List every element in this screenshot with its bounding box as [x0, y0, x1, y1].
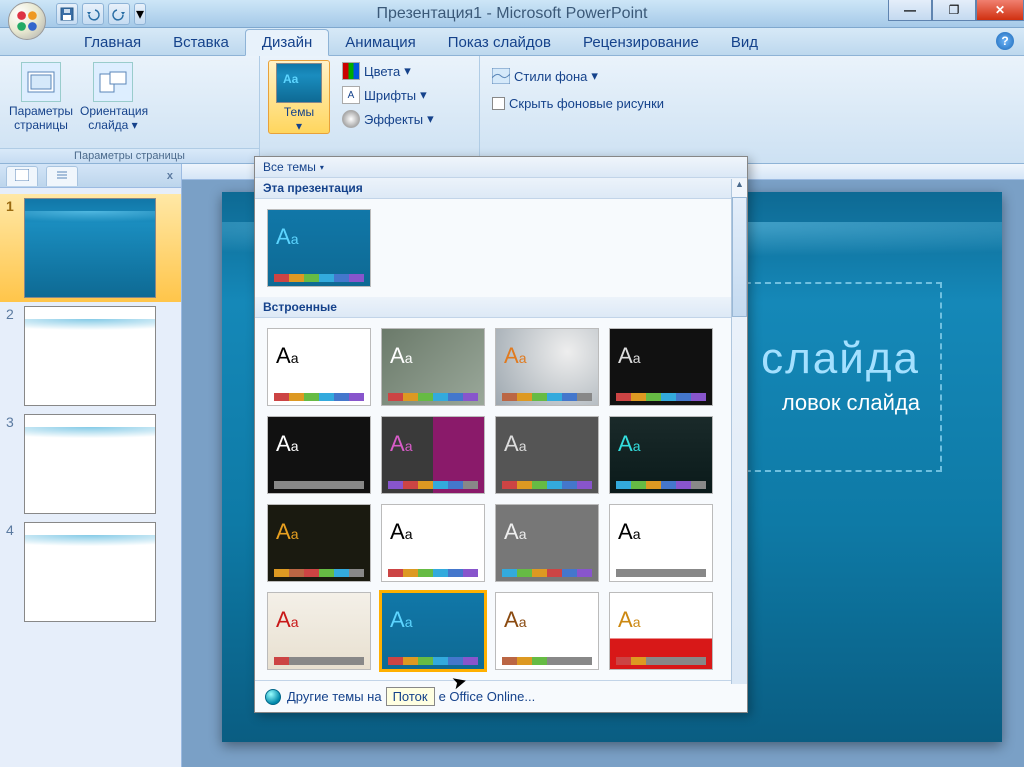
theme-swatch[interactable]: Aa [381, 504, 485, 582]
scroll-thumb[interactable] [732, 197, 747, 317]
window-title: Презентация1 - Microsoft PowerPoint [377, 5, 648, 23]
quick-access-toolbar: ▾ [56, 3, 146, 25]
builtin-theme-grid: Aa Aa Aa Aa Aa Aa Aa Aa Aa Aa Aa Aa Aa A… [255, 318, 747, 680]
theme-swatch[interactable]: Aa [267, 328, 371, 406]
thumb-pane-tabs: x [0, 164, 181, 188]
qat-undo-icon[interactable] [82, 3, 104, 25]
theme-swatch-flow[interactable]: Aa [381, 592, 485, 670]
qat-more-icon[interactable]: ▾ [134, 3, 146, 25]
dropdown-scrollbar[interactable]: ▲ [731, 179, 747, 684]
theme-swatch[interactable]: Aa [495, 504, 599, 582]
theme-swatch[interactable]: Aa [381, 328, 485, 406]
slide-thumbnail-pane: x 1 2 3 4 [0, 164, 182, 767]
ribbon-tabs: Главная Вставка Дизайн Анимация Показ сл… [0, 28, 1024, 56]
theme-swatch[interactable]: Aa [267, 416, 371, 494]
slide-thumb-4[interactable]: 4 [0, 518, 181, 626]
theme-swatch[interactable]: Aa [609, 328, 713, 406]
bg-styles-button[interactable]: Стили фона ▾ [488, 66, 602, 86]
tab-review[interactable]: Рецензирование [567, 30, 715, 55]
globe-icon [265, 689, 281, 705]
group-background: Стили фона ▾ Скрыть фоновые рисунки [480, 56, 1024, 163]
help-icon[interactable]: ? [996, 32, 1014, 50]
fonts-icon: A [342, 86, 360, 104]
thumb-preview [24, 306, 156, 406]
slide-thumb-1[interactable]: 1 [0, 194, 181, 302]
slide-thumb-3[interactable]: 3 [0, 410, 181, 518]
page-params-button[interactable]: Параметры страницы [8, 60, 74, 132]
tab-insert[interactable]: Вставка [157, 30, 245, 55]
theme-swatch[interactable]: Aa [495, 592, 599, 670]
bg-styles-icon [492, 68, 510, 84]
tab-slideshow[interactable]: Показ слайдов [432, 30, 567, 55]
qat-save-icon[interactable] [56, 3, 78, 25]
tab-view[interactable]: Вид [715, 30, 774, 55]
themes-dropdown: Все темы Эта презентация Aa Встроенные A… [254, 156, 748, 713]
group-themes: Темы▾ Цвета ▾ AШрифты ▾ Эффекты ▾ [260, 56, 480, 163]
theme-swatch[interactable]: Aa [267, 592, 371, 670]
group-page-setup: Параметры страницы Ориентация слайда ▾ П… [0, 56, 260, 163]
colors-button[interactable]: Цвета ▾ [338, 60, 438, 82]
qat-redo-icon[interactable] [108, 3, 130, 25]
tooltip-inline: Поток [386, 687, 435, 706]
page-params-icon [21, 62, 61, 102]
all-themes-header[interactable]: Все темы [255, 157, 747, 178]
slides-tab-icon[interactable] [6, 166, 38, 186]
outline-tab-icon[interactable] [46, 166, 78, 186]
thumb-preview [24, 414, 156, 514]
theme-swatch[interactable]: Aa [495, 328, 599, 406]
theme-swatch[interactable]: Aa [609, 592, 713, 670]
thumb-preview [24, 522, 156, 622]
theme-swatch[interactable]: Aa [609, 416, 713, 494]
more-themes-online[interactable]: Другие темы на Поток e Office Online... [255, 680, 747, 712]
this-presentation-header: Эта презентация [255, 178, 747, 199]
builtin-header: Встроенные [255, 297, 747, 318]
office-button[interactable] [8, 2, 46, 40]
themes-label: Темы▾ [269, 105, 329, 133]
theme-thumbnail-icon [276, 63, 322, 103]
tab-animation[interactable]: Анимация [329, 30, 431, 55]
effects-icon [342, 110, 360, 128]
ribbon: Параметры страницы Ориентация слайда ▾ П… [0, 56, 1024, 164]
themes-gallery-button[interactable]: Темы▾ [268, 60, 330, 134]
fonts-button[interactable]: AШрифты ▾ [338, 84, 438, 106]
effects-button[interactable]: Эффекты ▾ [338, 108, 438, 130]
page-params-label: Параметры страницы [8, 104, 74, 132]
slide-thumb-2[interactable]: 2 [0, 302, 181, 410]
orientation-icon [93, 62, 133, 102]
close-button[interactable] [976, 0, 1024, 21]
tab-design[interactable]: Дизайн [245, 29, 329, 56]
tab-home[interactable]: Главная [68, 30, 157, 55]
thumbnail-list: 1 2 3 4 [0, 188, 181, 632]
title-bar: ▾ Презентация1 - Microsoft PowerPoint [0, 0, 1024, 28]
group-page-label: Параметры страницы [0, 148, 259, 163]
window-controls [888, 0, 1024, 21]
theme-current[interactable]: Aa [267, 209, 371, 287]
colors-icon [342, 62, 360, 80]
scroll-up-icon[interactable]: ▲ [732, 179, 747, 195]
theme-swatch[interactable]: Aa [381, 416, 485, 494]
orientation-label: Ориентация слайда ▾ [80, 104, 146, 132]
hide-bg-checkbox[interactable]: Скрыть фоновые рисунки [488, 94, 668, 113]
maximize-button[interactable] [932, 0, 976, 21]
theme-swatch[interactable]: Aa [609, 504, 713, 582]
minimize-button[interactable] [888, 0, 932, 21]
thumb-preview [24, 198, 156, 298]
checkbox-icon [492, 97, 505, 110]
theme-swatch[interactable]: Aa [495, 416, 599, 494]
close-pane-button[interactable]: x [167, 170, 173, 182]
theme-swatch[interactable]: Aa [267, 504, 371, 582]
orientation-button[interactable]: Ориентация слайда ▾ [80, 60, 146, 132]
